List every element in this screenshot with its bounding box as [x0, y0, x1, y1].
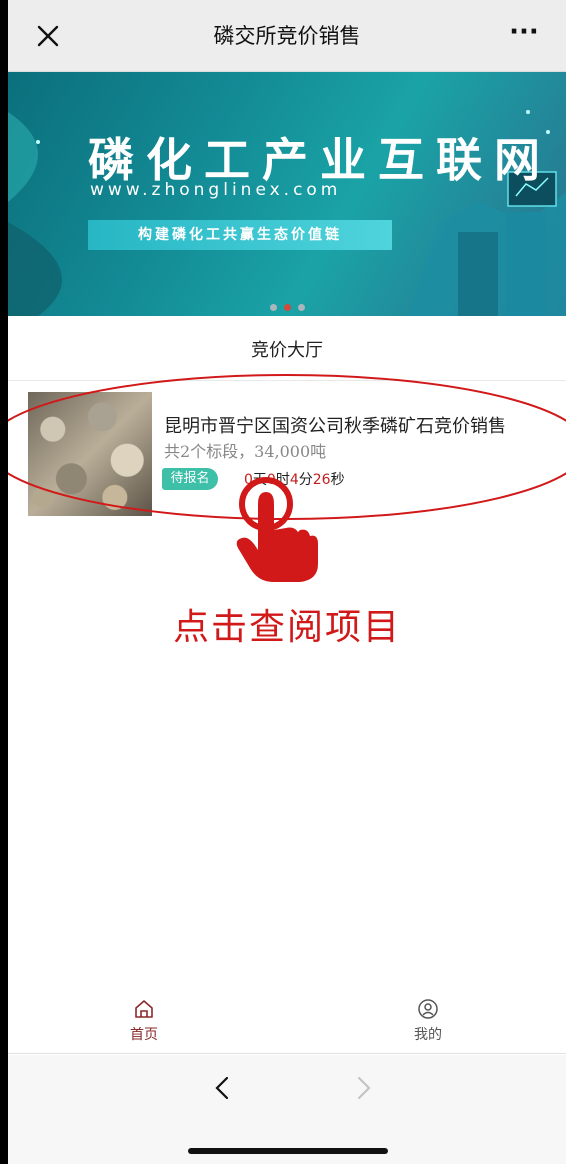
banner-slogan: 构建磷化工共赢生态价值链 [88, 220, 392, 250]
tab-me[interactable]: 我的 [388, 998, 468, 1044]
bottom-tabbar: 首页 我的 [8, 990, 566, 1054]
phone-screen: 磷交所竞价销售 ··· 磷化工产业互联网 www.zhonglinex.com … [8, 0, 566, 1164]
countdown-seconds-unit: 秒 [330, 472, 345, 488]
tab-home[interactable]: 首页 [104, 998, 184, 1044]
promo-banner[interactable]: 磷化工产业互联网 www.zhonglinex.com 构建磷化工共赢生态价值链 [8, 72, 566, 316]
pointing-hand-icon [236, 477, 318, 582]
banner-url: www.zhonglinex.com [90, 180, 342, 200]
item-subtitle: 共2个标段，34,000吨 [164, 442, 327, 461]
divider [8, 380, 566, 381]
user-icon [418, 999, 438, 1019]
status-badge: 待报名 [162, 468, 218, 490]
annotation-text: 点击查阅项目 [172, 607, 401, 648]
carousel-dot[interactable] [298, 304, 305, 311]
home-icon [135, 1000, 153, 1018]
item-title: 昆明市晋宁区国资公司秋季磷矿石竞价销售 [164, 416, 506, 437]
more-options-button[interactable]: ··· [504, 19, 544, 50]
carousel-indicator[interactable] [270, 296, 312, 315]
back-arrow-icon[interactable] [208, 1073, 238, 1103]
carousel-dot-active[interactable] [284, 304, 291, 311]
page-title: 磷交所竞价销售 [213, 24, 361, 48]
phosphate-ore-thumbnail [28, 392, 152, 516]
tab-me-label: 我的 [414, 1027, 442, 1043]
section-title: 竞价大厅 [251, 340, 323, 361]
forward-arrow-icon [357, 1076, 371, 1100]
top-navbar: 磷交所竞价销售 ··· [8, 0, 566, 72]
carousel-dot[interactable] [270, 304, 277, 311]
home-indicator[interactable] [188, 1148, 388, 1154]
tab-home-label: 首页 [130, 1027, 158, 1043]
